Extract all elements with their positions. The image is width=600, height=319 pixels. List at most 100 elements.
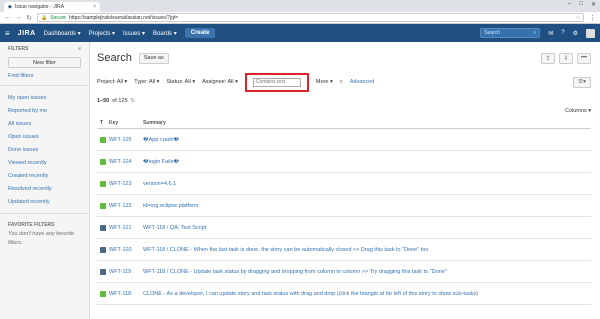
table-row[interactable]: WFT-123 version=4.6.1 bbox=[97, 173, 591, 195]
columns-button[interactable]: Columns ▾ bbox=[565, 108, 591, 114]
status-filter[interactable]: Status: All ▾ bbox=[166, 79, 195, 85]
user-avatar[interactable] bbox=[586, 28, 595, 38]
story-type-icon bbox=[100, 136, 106, 143]
filters-heading: FILTERS bbox=[8, 46, 29, 52]
sidebar-item-updated-recently[interactable]: Updated recently bbox=[0, 196, 89, 209]
issue-navigator: Search Save as ⇪ ⇩ ••• Project: All ▾ Ty… bbox=[90, 42, 600, 319]
browser-tab-bar: ◆ Issue navigator - JIRA × – □ ✕ bbox=[0, 0, 600, 12]
issue-summary[interactable]: WFT-118 / CLONE - When the last task is … bbox=[143, 247, 591, 253]
issue-summary[interactable]: �App crash� bbox=[143, 137, 591, 143]
refresh-icon[interactable]: ↻ bbox=[131, 98, 136, 104]
jira-logo[interactable]: JIRA bbox=[18, 30, 36, 37]
results-total: of 125 bbox=[112, 98, 128, 104]
table-row[interactable]: WFT-120 WFT-118 / CLONE - When the last t… bbox=[97, 239, 591, 261]
new-filter-button[interactable]: New filter bbox=[8, 57, 81, 68]
highlight-box: Contains text bbox=[244, 72, 309, 92]
browser-menu-icon[interactable]: ⋮ bbox=[589, 14, 596, 22]
minimize-icon[interactable]: – bbox=[568, 1, 571, 8]
sidebar-divider bbox=[0, 85, 89, 86]
close-tab-icon[interactable]: × bbox=[93, 4, 96, 10]
header-summary[interactable]: Summary bbox=[143, 120, 591, 126]
sidebar-divider bbox=[0, 213, 89, 214]
sidebar-item-my-open-issues[interactable]: My open issues bbox=[0, 92, 89, 105]
contains-text-input[interactable]: Contains text bbox=[252, 77, 301, 87]
header-type[interactable]: T bbox=[97, 120, 109, 126]
collapse-sidebar-icon[interactable]: « bbox=[78, 46, 81, 52]
table-row[interactable]: WFT-124 �login Fails� bbox=[97, 151, 591, 173]
issue-key[interactable]: WFT-120 bbox=[109, 247, 143, 253]
save-as-button[interactable]: Save as bbox=[138, 52, 169, 64]
filters-sidebar: FILTERS « New filter Find filters My ope… bbox=[0, 42, 90, 319]
issue-summary[interactable]: WFT-118 / CLONE - Update task status by … bbox=[143, 269, 591, 275]
issue-summary[interactable]: id=org.eclipse.platform bbox=[143, 203, 591, 209]
issue-key[interactable]: WFT-125 bbox=[109, 137, 143, 143]
more-actions-icon[interactable]: ••• bbox=[577, 52, 591, 64]
results-range: 1–50 bbox=[97, 98, 110, 104]
secure-label: Secure bbox=[50, 14, 67, 21]
table-row[interactable]: WFT-125 �App crash� bbox=[97, 129, 591, 151]
table-row[interactable]: WFT-119 WFT-118 / CLONE - Update task sta… bbox=[97, 261, 591, 283]
share-icon[interactable]: ⇪ bbox=[541, 52, 555, 64]
issue-summary[interactable]: version=4.6.1 bbox=[143, 181, 591, 187]
back-icon[interactable]: ← bbox=[4, 14, 11, 21]
browser-tab[interactable]: ◆ Issue navigator - JIRA × bbox=[4, 2, 100, 12]
more-filter[interactable]: More ▾ bbox=[316, 79, 333, 85]
close-window-icon[interactable]: ✕ bbox=[591, 1, 596, 8]
header-key[interactable]: Key bbox=[109, 120, 143, 126]
page-title: Search bbox=[97, 52, 132, 64]
export-icon[interactable]: ⇩ bbox=[559, 52, 573, 64]
table-row[interactable]: WFT-118 CLONE - As a developer, I can upd… bbox=[97, 283, 591, 305]
issue-summary[interactable]: �login Fails� bbox=[143, 159, 591, 165]
create-button[interactable]: Create bbox=[184, 28, 216, 38]
issue-key[interactable]: WFT-122 bbox=[109, 203, 143, 209]
issue-summary[interactable]: WFT-118 / QA: Test Script bbox=[143, 225, 591, 231]
project-filter[interactable]: Project: All ▾ bbox=[97, 79, 127, 85]
feedback-icon[interactable]: ✉ bbox=[548, 30, 553, 37]
nav-right: Search ⌕ ✉ ? ⚙ bbox=[480, 28, 595, 38]
issue-key[interactable]: WFT-124 bbox=[109, 159, 143, 165]
sidebar-item-reported-by-me[interactable]: Reported by me bbox=[0, 105, 89, 118]
address-bar[interactable]: 🔒 Secure https://samplejiratolearnatlass… bbox=[37, 13, 584, 22]
search-icon[interactable]: ⌕ bbox=[340, 79, 343, 86]
forward-icon[interactable]: → bbox=[15, 14, 22, 21]
reload-icon[interactable]: ↻ bbox=[26, 14, 32, 22]
issue-key[interactable]: WFT-123 bbox=[109, 181, 143, 187]
table-row[interactable]: WFT-122 id=org.eclipse.platform bbox=[97, 195, 591, 217]
nav-dashboards[interactable]: Dashboards ▾ bbox=[44, 30, 81, 37]
jira-favicon-icon: ◆ bbox=[8, 4, 12, 10]
advanced-search-link[interactable]: Advanced bbox=[350, 79, 374, 85]
help-icon[interactable]: ? bbox=[561, 30, 564, 36]
sidebar-item-resolved-recently[interactable]: Resolved recently bbox=[0, 183, 89, 196]
assignee-filter[interactable]: Assignee: All ▾ bbox=[202, 79, 238, 85]
story-type-icon bbox=[100, 202, 106, 209]
sidebar-item-open-issues[interactable]: Open issues bbox=[0, 131, 89, 144]
search-icon: ⌕ bbox=[533, 30, 537, 36]
nav-issues[interactable]: Issues ▾ bbox=[123, 30, 145, 37]
issue-key[interactable]: WFT-119 bbox=[109, 269, 143, 275]
nav-projects[interactable]: Projects ▾ bbox=[89, 30, 115, 37]
table-header: T Key Summary bbox=[97, 118, 591, 129]
url-text: https://samplejiratolearnatlassian.net/i… bbox=[69, 14, 178, 21]
type-filter[interactable]: Type: All ▾ bbox=[134, 79, 159, 85]
maximize-icon[interactable]: □ bbox=[579, 1, 583, 8]
global-search-input[interactable]: Search ⌕ bbox=[480, 28, 541, 38]
find-filters-link[interactable]: Find filters bbox=[0, 73, 89, 79]
table-row[interactable]: WFT-121 WFT-118 / QA: Test Script bbox=[97, 217, 591, 239]
address-bar-row: ← → ↻ 🔒 Secure https://samplejiratolearn… bbox=[0, 12, 600, 24]
sidebar-item-all-issues[interactable]: All issues bbox=[0, 118, 89, 131]
view-layout-icon[interactable]: ☰▾ bbox=[573, 76, 591, 88]
issue-table-body: WFT-125 �App crash� WFT-124 �login Fails� WF… bbox=[97, 129, 591, 305]
issue-key[interactable]: WFT-121 bbox=[109, 225, 143, 231]
sidebar-item-done-issues[interactable]: Done issues bbox=[0, 144, 89, 157]
sidebar-item-viewed-recently[interactable]: Viewed recently bbox=[0, 157, 89, 170]
settings-gear-icon[interactable]: ⚙ bbox=[573, 30, 578, 37]
favorite-filters-empty-text: You don't have any favorite filters. bbox=[8, 231, 75, 246]
issue-key[interactable]: WFT-118 bbox=[109, 291, 143, 297]
nav-boards[interactable]: Boards ▾ bbox=[153, 30, 177, 37]
lock-icon: 🔒 bbox=[41, 14, 48, 21]
sidebar-item-created-recently[interactable]: Created recently bbox=[0, 170, 89, 183]
app-switcher-icon[interactable]: ≡ bbox=[5, 29, 10, 38]
issue-summary[interactable]: CLONE - As a developer, I can update sto… bbox=[143, 291, 591, 297]
story-type-icon bbox=[100, 158, 106, 165]
bookmark-star-icon[interactable]: ☆ bbox=[576, 15, 580, 21]
